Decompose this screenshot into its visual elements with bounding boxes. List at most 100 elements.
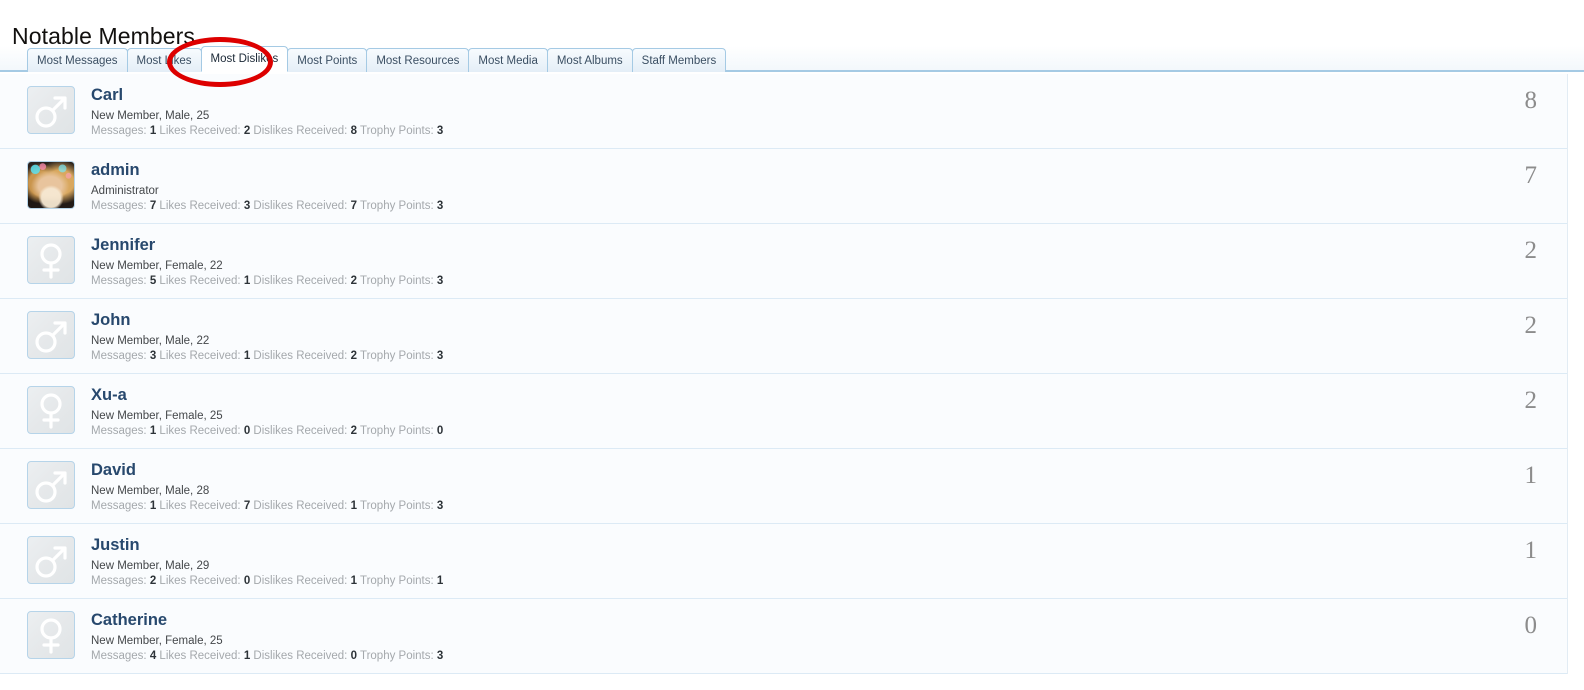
stat-messages-value: 2 <box>149 575 157 587</box>
member-stats: Messages: 4 Likes Received: 1 Dislikes R… <box>91 649 1417 663</box>
stat-likes-received-value: 0 <box>243 575 251 587</box>
member-row: David New Member, Male, 28 Messages: 1 Lik… <box>0 449 1567 524</box>
stat-trophy-points-label: Trophy Points: <box>359 350 434 362</box>
stat-likes-received-label: Likes Received: <box>159 125 241 137</box>
member-stats: Messages: 1 Likes Received: 2 Dislikes R… <box>91 124 1417 138</box>
member-dislike-count: 0 <box>1524 612 1538 639</box>
member-dislike-count: 2 <box>1524 237 1538 264</box>
stat-dislikes-received-label: Dislikes Received: <box>253 650 348 662</box>
notable-members-page: Notable Members Most Messages Most Likes M… <box>0 0 1584 690</box>
member-username-link[interactable]: Justin <box>91 536 140 555</box>
male-symbol-avatar[interactable] <box>27 461 75 509</box>
member-username-link[interactable]: David <box>91 461 136 480</box>
tab-most-albums[interactable]: Most Albums <box>546 48 633 72</box>
photo-avatar[interactable] <box>27 161 75 209</box>
stat-trophy-points-label: Trophy Points: <box>359 500 434 512</box>
stat-messages-label: Messages: <box>91 425 147 437</box>
member-username-link[interactable]: admin <box>91 161 140 180</box>
stat-messages-label: Messages: <box>91 350 147 362</box>
tab-most-likes[interactable]: Most Likes <box>126 48 202 72</box>
member-info: Xu-a New Member, Female, 25 Messages: 1 Li… <box>91 386 1417 438</box>
member-info: Catherine New Member, Female, 25 Messages:… <box>91 611 1417 663</box>
member-meta: New Member, Male, 28 <box>91 485 210 497</box>
stat-likes-received-label: Likes Received: <box>159 575 241 587</box>
member-username-link[interactable]: Xu-a <box>91 386 127 405</box>
stat-dislikes-received-value: 8 <box>350 125 357 137</box>
stat-trophy-points-value: 1 <box>436 575 444 587</box>
member-info: admin Administrator Messages: 7 Likes Rece… <box>91 161 1417 213</box>
male-symbol-avatar[interactable] <box>27 536 75 584</box>
member-row: admin Administrator Messages: 7 Likes Rece… <box>0 149 1567 224</box>
tab-most-resources[interactable]: Most Resources <box>366 48 470 72</box>
member-meta: New Member, Female, 25 <box>91 410 223 422</box>
stat-trophy-points-value: 3 <box>436 275 444 287</box>
stat-dislikes-received-label: Dislikes Received: <box>253 575 348 587</box>
stat-likes-received-label: Likes Received: <box>159 350 241 362</box>
female-symbol-avatar[interactable] <box>27 386 75 434</box>
stat-trophy-points-label: Trophy Points: <box>359 650 434 662</box>
male-symbol-avatar[interactable] <box>27 86 75 134</box>
tab-bar: Most Messages Most Likes Most Dislikes Most… <box>0 46 1584 72</box>
male-symbol-icon <box>35 96 67 128</box>
stat-messages-value: 1 <box>149 425 157 437</box>
member-username-link[interactable]: John <box>91 311 130 330</box>
stat-trophy-points-value: 0 <box>436 425 444 437</box>
stat-messages-value: 1 <box>149 125 157 137</box>
stat-dislikes-received-value: 7 <box>350 200 357 212</box>
member-row: John New Member, Male, 22 Messages: 3 Like… <box>0 299 1567 374</box>
tab-most-dislikes[interactable]: Most Dislikes <box>200 46 289 72</box>
member-meta: New Member, Female, 22 <box>91 260 223 272</box>
member-dislike-count: 2 <box>1524 387 1538 414</box>
stat-dislikes-received-label: Dislikes Received: <box>253 200 348 212</box>
member-stats: Messages: 7 Likes Received: 3 Dislikes R… <box>91 199 1417 213</box>
stat-messages-label: Messages: <box>91 500 147 512</box>
stat-trophy-points-value: 3 <box>436 650 444 662</box>
stat-likes-received-label: Likes Received: <box>159 425 241 437</box>
member-row: Xu-a New Member, Female, 25 Messages: 1 Li… <box>0 374 1567 449</box>
member-meta: New Member, Female, 25 <box>91 635 223 647</box>
member-info: Justin New Member, Male, 29 Messages: 2 Li… <box>91 536 1417 588</box>
tab-staff-members[interactable]: Staff Members <box>631 48 727 72</box>
stat-dislikes-received-label: Dislikes Received: <box>253 425 348 437</box>
female-symbol-icon <box>40 393 62 429</box>
member-row: Catherine New Member, Female, 25 Messages:… <box>0 599 1567 674</box>
tab-most-messages[interactable]: Most Messages <box>27 48 128 72</box>
stat-likes-received-value: 1 <box>243 650 251 662</box>
stat-messages-label: Messages: <box>91 575 147 587</box>
stat-messages-label: Messages: <box>91 200 147 212</box>
male-symbol-icon <box>35 546 67 578</box>
stat-likes-received-value: 0 <box>243 425 251 437</box>
stat-likes-received-value: 7 <box>243 500 251 512</box>
stat-trophy-points-value: 3 <box>436 350 444 362</box>
member-username-link[interactable]: Jennifer <box>91 236 155 255</box>
stat-trophy-points-label: Trophy Points: <box>359 200 434 212</box>
female-symbol-avatar[interactable] <box>27 611 75 659</box>
member-row: Justin New Member, Male, 29 Messages: 2 Li… <box>0 524 1567 599</box>
female-symbol-avatar[interactable] <box>27 236 75 284</box>
member-username-link[interactable]: Carl <box>91 86 123 105</box>
member-dislike-count: 7 <box>1524 162 1538 189</box>
male-symbol-avatar[interactable] <box>27 311 75 359</box>
stat-messages-label: Messages: <box>91 275 147 287</box>
member-dislike-count: 1 <box>1524 537 1538 564</box>
tab-most-points[interactable]: Most Points <box>287 48 368 72</box>
tab-list: Most Messages Most Likes Most Dislikes Most… <box>27 46 727 72</box>
member-username-link[interactable]: Catherine <box>91 611 167 630</box>
stat-dislikes-received-value: 1 <box>350 575 357 587</box>
tab-most-media[interactable]: Most Media <box>468 48 548 72</box>
female-symbol-icon <box>40 243 62 279</box>
member-stats: Messages: 1 Likes Received: 0 Dislikes R… <box>91 424 1417 438</box>
stat-likes-received-label: Likes Received: <box>159 500 241 512</box>
stat-likes-received-label: Likes Received: <box>159 275 241 287</box>
stat-likes-received-label: Likes Received: <box>159 650 241 662</box>
stat-messages-value: 3 <box>149 350 157 362</box>
member-meta: New Member, Male, 25 <box>91 110 210 122</box>
stat-messages-value: 7 <box>149 200 157 212</box>
stat-trophy-points-value: 3 <box>436 200 444 212</box>
stat-trophy-points-label: Trophy Points: <box>359 575 434 587</box>
member-stats: Messages: 3 Likes Received: 1 Dislikes R… <box>91 349 1417 363</box>
male-symbol-icon <box>35 471 67 503</box>
stat-dislikes-received-label: Dislikes Received: <box>253 275 348 287</box>
member-info: Carl New Member, Male, 25 Messages: 1 Like… <box>91 86 1417 138</box>
stat-messages-value: 1 <box>149 500 157 512</box>
